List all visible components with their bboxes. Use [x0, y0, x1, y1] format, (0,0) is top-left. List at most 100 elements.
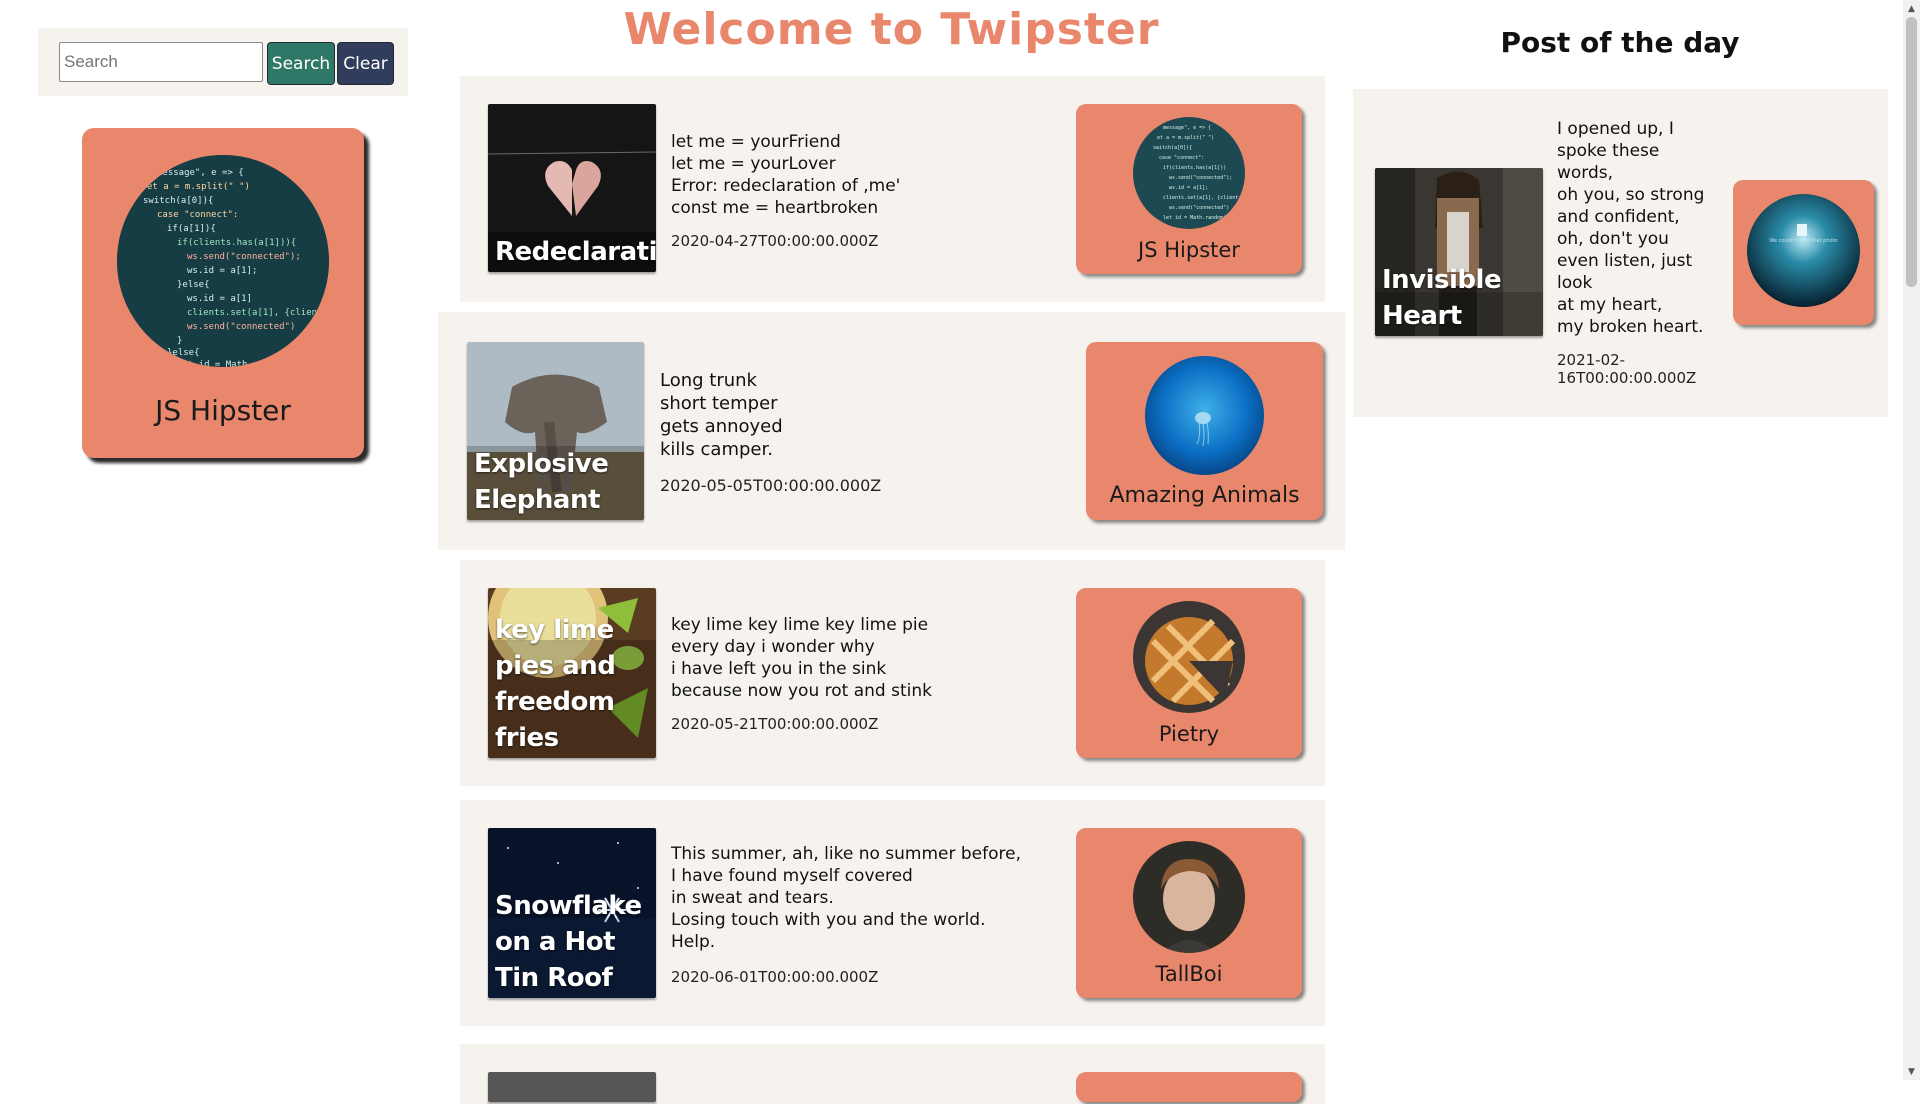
- post-image[interactable]: Snowflake on a Hot Tin Roof: [488, 828, 656, 998]
- post-line: spoke these: [1557, 141, 1660, 161]
- author-name: TallBoi: [1155, 962, 1223, 986]
- post-line: in sweat and tears.: [671, 888, 834, 908]
- svg-text:}: }: [177, 336, 182, 346]
- post-line: at my heart,: [1557, 295, 1663, 315]
- post-body: I opened up, I spoke these words, oh you…: [1557, 118, 1704, 338]
- post-date: 2020-04-27T00:00:00.000Z: [671, 232, 879, 250]
- profile-card[interactable]: message", e => { et a = m.split(" ") swi…: [82, 128, 364, 458]
- post-line: const me = heartbroken: [671, 198, 879, 218]
- author-name: Amazing Animals: [1109, 483, 1300, 508]
- post-line: Help.: [671, 932, 716, 952]
- author-avatar-caption: We couldn't find that photo: [1769, 238, 1838, 244]
- post-line: I opened up, I: [1557, 119, 1674, 139]
- author-card[interactable]: TallBoi: [1076, 828, 1302, 998]
- post-line: gets annoyed: [660, 416, 783, 437]
- author-avatar: [1133, 841, 1245, 953]
- post-line: i have left you in the sink: [671, 659, 887, 679]
- post-image-title: Explosive Elephant: [474, 449, 609, 515]
- svg-text:}else{: }else{: [177, 280, 210, 290]
- author-avatar: message", e => { et a = m.split(" ") swi…: [1133, 117, 1245, 229]
- post-date: 2021-02- 16T00:00:00.000Z: [1557, 351, 1696, 387]
- svg-text:switch(a[0]){: switch(a[0]){: [143, 196, 213, 206]
- post-date-line: 16T00:00:00.000Z: [1557, 369, 1697, 387]
- post-card: key lime pies and freedom fries key lime…: [460, 560, 1325, 786]
- post-line: and confident,: [1557, 207, 1680, 227]
- author-avatar: [1145, 356, 1264, 475]
- profile-name: JS Hipster: [155, 394, 291, 427]
- post-image-title: key lime pies and freedom fries: [495, 615, 616, 753]
- search-input[interactable]: [59, 42, 263, 82]
- svg-text:ws.id = a[1];: ws.id = a[1];: [1169, 185, 1208, 191]
- post-line: look: [1557, 273, 1593, 293]
- author-card[interactable]: Pietry: [1076, 588, 1302, 758]
- post-line: words,: [1557, 163, 1614, 183]
- post-of-the-day-card: Invisible Heart I opened up, I spoke the…: [1353, 89, 1888, 417]
- svg-text:ws.send("connected"): ws.send("connected"): [187, 322, 295, 332]
- post-body: let me = yourFriend let me = yourLover E…: [671, 131, 900, 219]
- post-image[interactable]: Explosive Elephant: [467, 342, 644, 520]
- page-scrollbar[interactable]: ▲ ▼: [1903, 0, 1920, 1080]
- post-line: Losing touch with you and the world.: [671, 910, 986, 930]
- page-title: Welcome to Twipster: [623, 4, 1160, 55]
- post-line: Error: redeclaration of ,me': [671, 176, 901, 196]
- post-date: 2020-05-05T00:00:00.000Z: [660, 476, 882, 495]
- author-card[interactable]: [1076, 1072, 1302, 1102]
- svg-text:case "connect":: case "connect":: [1159, 155, 1204, 161]
- author-name: Pietry: [1158, 722, 1220, 746]
- scroll-thumb[interactable]: [1906, 17, 1917, 287]
- post-date-line: 2021-02-: [1557, 351, 1626, 369]
- author-avatar: [1747, 194, 1860, 307]
- svg-text:message", e => {: message", e => {: [1163, 125, 1211, 131]
- post-card: Explosive Elephant Long trunk short temp…: [438, 312, 1345, 550]
- post-line: This summer, ah, like no summer before,: [671, 844, 1021, 864]
- scroll-up-arrow-icon[interactable]: ▲: [1903, 0, 1920, 17]
- search-panel: Search Clear: [38, 28, 408, 96]
- post-image-title: Redeclaration: [495, 237, 656, 267]
- author-name: JS Hipster: [1138, 238, 1240, 262]
- post-image[interactable]: key lime pies and freedom fries: [488, 588, 656, 758]
- post-card: Snowflake on a Hot Tin Roof This summer,…: [460, 800, 1325, 1026]
- post-image-title: Invisible Heart: [1382, 265, 1502, 331]
- post-image[interactable]: Invisible Heart: [1375, 168, 1543, 336]
- svg-text:ws.id = a[1];: ws.id = a[1];: [187, 266, 257, 276]
- post-line: short temper: [660, 393, 778, 414]
- post-line: every day i wonder why: [671, 637, 875, 657]
- author-card[interactable]: We couldn't find that photo: [1733, 180, 1874, 325]
- post-line: even listen, just: [1557, 251, 1693, 271]
- svg-text:clients.set(a[1], {client:: clients.set(a[1], {client:: [1163, 195, 1241, 201]
- post-card: [460, 1044, 1325, 1104]
- post-image[interactable]: [488, 1072, 656, 1102]
- post-line: oh, don't you: [1557, 229, 1669, 249]
- svg-text:ws.send("connected");: ws.send("connected");: [1169, 175, 1232, 181]
- post-line: because now you rot and stink: [671, 681, 932, 701]
- post-line: let me = yourFriend: [671, 132, 841, 152]
- svg-text:ws.id = a[1]: ws.id = a[1]: [187, 294, 252, 304]
- post-line: my broken heart.: [1557, 317, 1704, 337]
- post-of-the-day-heading: Post of the day: [1500, 26, 1740, 59]
- svg-text:message", e => {: message", e => {: [157, 168, 244, 178]
- svg-text:if(a[1]){: if(a[1]){: [167, 224, 216, 234]
- post-body: This summer, ah, like no summer before, …: [671, 843, 1021, 953]
- svg-text:}else{: }else{: [167, 348, 200, 358]
- svg-text:switch(a[0]){: switch(a[0]){: [1153, 145, 1192, 151]
- svg-text:et a = m.split(" "): et a = m.split(" "): [147, 182, 250, 192]
- post-date: 2020-06-01T00:00:00.000Z: [671, 968, 879, 986]
- search-button[interactable]: Search: [267, 42, 335, 85]
- post-image-title: Snowflake on a Hot Tin Roof: [495, 891, 642, 993]
- clear-button[interactable]: Clear: [337, 42, 394, 85]
- post-line: oh you, so strong: [1557, 185, 1705, 205]
- post-image[interactable]: Redeclaration: [488, 104, 656, 272]
- svg-text:let id = Math.random(): let id = Math.random(): [1163, 215, 1229, 221]
- profile-avatar: message", e => { et a = m.split(" ") swi…: [117, 155, 329, 367]
- scroll-down-arrow-icon[interactable]: ▼: [1903, 1063, 1920, 1080]
- svg-text:case "connect":: case "connect":: [157, 210, 238, 220]
- svg-text:let id = Math.random().to: let id = Math.random().to: [177, 360, 312, 367]
- svg-text:if(clients.has(a[1])): if(clients.has(a[1])): [1163, 165, 1226, 171]
- post-card: Redeclaration let me = yourFriend let me…: [460, 76, 1325, 302]
- author-card[interactable]: message", e => { et a = m.split(" ") swi…: [1076, 104, 1302, 274]
- author-avatar: [1133, 601, 1245, 713]
- post-line: Long trunk: [660, 370, 757, 391]
- author-card[interactable]: Amazing Animals: [1086, 342, 1323, 520]
- post-line: let me = yourLover: [671, 154, 836, 174]
- svg-text:ws.send("connected");: ws.send("connected");: [187, 252, 301, 262]
